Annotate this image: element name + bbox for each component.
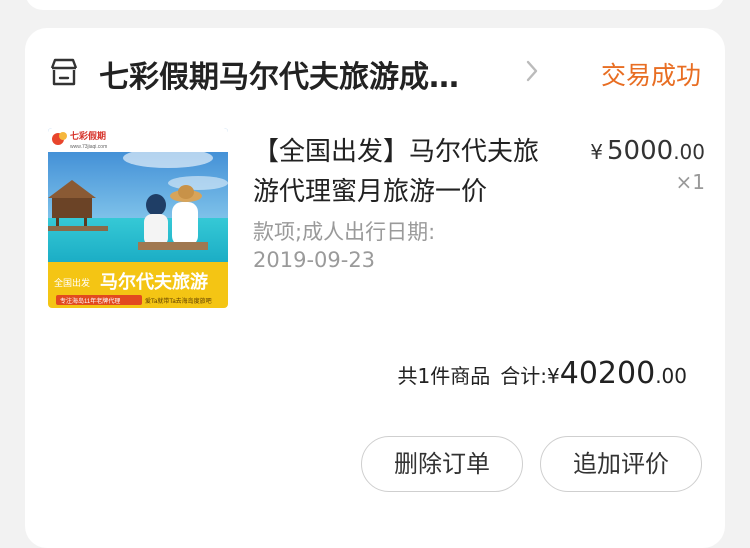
delete-order-button[interactable]: 删除订单: [361, 436, 523, 492]
price-decimal: .00: [673, 140, 705, 164]
banner-prefix: 全国出发: [54, 277, 90, 288]
order-card[interactable]: 七彩假期马尔代夫旅游成… 交易成功 七彩假期 www.73jiaqi.com 全…: [25, 28, 725, 548]
product-price: ¥5000.00: [590, 136, 705, 166]
product-spec: 款项;成人出行日期: 2019-09-23: [253, 218, 513, 274]
banner-title: 马尔代夫旅游: [100, 271, 208, 292]
total-label: 合计:: [500, 364, 548, 388]
spec-value: 2019-09-23: [253, 248, 376, 272]
logo-url: www.73jiaqi.com: [70, 144, 107, 150]
product-image[interactable]: 七彩假期 www.73jiaqi.com 全国出发 马尔代夫旅游 专注海岛11年…: [48, 128, 228, 308]
product-quantity: ×1: [675, 170, 705, 194]
item-count: 共1件商品: [397, 364, 491, 388]
logo-text: 七彩假期: [70, 130, 106, 141]
shop-name[interactable]: 七彩假期马尔代夫旅游成…: [99, 52, 459, 96]
spec-label: 款项;成人出行日期:: [253, 220, 436, 244]
price-integer: 5000: [607, 136, 674, 166]
banner-sub-left: 专注海岛11年老牌代理: [60, 297, 120, 305]
price-currency: ¥: [590, 140, 604, 164]
total-decimal: .00: [655, 364, 687, 388]
product-title[interactable]: 【全国出发】马尔代夫旅游代理蜜月旅游一价: [253, 132, 545, 212]
total-integer: 40200: [559, 356, 656, 391]
chevron-right-icon[interactable]: [523, 58, 541, 84]
order-total: 共1件商品 合计:¥40200.00: [398, 356, 687, 391]
total-currency: ¥: [547, 364, 560, 388]
store-icon: [50, 58, 78, 86]
order-status: 交易成功: [600, 61, 701, 90]
banner-sub-right: 爱Ta就带Ta去海岛度旅吧: [145, 297, 212, 305]
shop-header[interactable]: 七彩假期马尔代夫旅游成… 交易成功: [25, 28, 725, 116]
add-review-button[interactable]: 追加评价: [540, 436, 702, 492]
previous-order-card: [25, 0, 725, 10]
